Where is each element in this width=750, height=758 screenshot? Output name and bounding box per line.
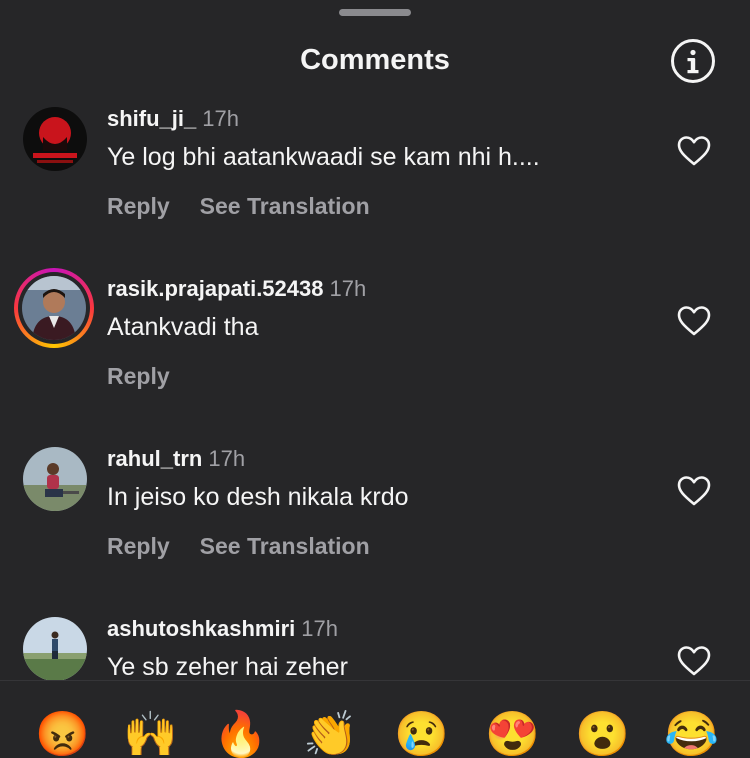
like-heart-icon[interactable] [677, 135, 711, 167]
like-heart-icon[interactable] [677, 645, 711, 677]
tears-of-joy-icon[interactable]: 😂 [664, 709, 719, 758]
raised-hands-icon[interactable]: 🙌 [123, 709, 178, 758]
comment-actions: Reply [107, 363, 200, 390]
comment: shifu_ji_ 17h Ye log bhi aatankwaadi se k… [0, 97, 750, 267]
fire-icon[interactable]: 🔥 [213, 709, 268, 758]
avatar[interactable] [23, 617, 87, 680]
reply-button[interactable]: Reply [107, 193, 170, 219]
timestamp: 17h [301, 616, 338, 641]
crying-face-icon[interactable]: 😢 [394, 709, 449, 758]
see-translation-button[interactable]: See Translation [200, 533, 370, 559]
comment-list[interactable]: shifu_ji_ 17h Ye log bhi aatankwaadi se k… [0, 90, 750, 680]
comment-meta: rahul_trn 17h [107, 446, 245, 472]
surprised-face-icon[interactable]: 😮 [575, 709, 630, 758]
comment: ashutoshkashmiri 17h Ye sb zeher hai zehe… [0, 607, 750, 680]
avatar[interactable] [23, 107, 87, 171]
username[interactable]: rasik.prajapati.52438 [107, 276, 323, 301]
timestamp: 17h [202, 106, 239, 131]
comment: rahul_trn 17h In jeiso ko desh nikala krd… [0, 437, 750, 607]
username[interactable]: ashutoshkashmiri [107, 616, 295, 641]
clapping-hands-icon[interactable]: 👏 [303, 709, 358, 758]
comment-meta: rasik.prajapati.52438 17h [107, 276, 366, 302]
emoji-reaction-bar: 😡 🙌 🔥 👏 😢 😍 😮 😂 [0, 680, 750, 758]
comment-text: Ye log bhi aatankwaadi se kam nhi h.... [107, 143, 540, 171]
heart-eyes-icon[interactable]: 😍 [485, 709, 540, 758]
comment-actions: Reply See Translation [107, 193, 400, 220]
see-translation-button[interactable]: See Translation [200, 193, 370, 219]
avatar[interactable] [14, 268, 94, 348]
comment-text: In jeiso ko desh nikala krdo [107, 483, 409, 511]
reply-button[interactable]: Reply [107, 363, 170, 389]
avatar[interactable] [23, 447, 87, 511]
like-heart-icon[interactable] [677, 305, 711, 337]
comment-actions: Reply See Translation [107, 533, 400, 560]
angry-face-icon[interactable]: 😡 [35, 709, 90, 758]
comment-meta: shifu_ji_ 17h [107, 106, 239, 132]
comment-text: Ye sb zeher hai zeher [107, 653, 348, 680]
username[interactable]: rahul_trn [107, 446, 202, 471]
username[interactable]: shifu_ji_ [107, 106, 196, 131]
header: Comments [0, 0, 750, 104]
comment-meta: ashutoshkashmiri 17h [107, 616, 338, 642]
timestamp: 17h [208, 446, 246, 471]
comment: rasik.prajapati.52438 17h Atankvadi tha R… [0, 267, 750, 437]
timestamp: 17h [329, 276, 367, 301]
info-icon [671, 39, 715, 83]
info-button[interactable] [670, 38, 716, 84]
comment-text: Atankvadi tha [107, 313, 259, 341]
drag-handle[interactable] [339, 9, 411, 16]
reply-button[interactable]: Reply [107, 533, 170, 559]
page-title: Comments [300, 44, 450, 76]
like-heart-icon[interactable] [677, 475, 711, 507]
